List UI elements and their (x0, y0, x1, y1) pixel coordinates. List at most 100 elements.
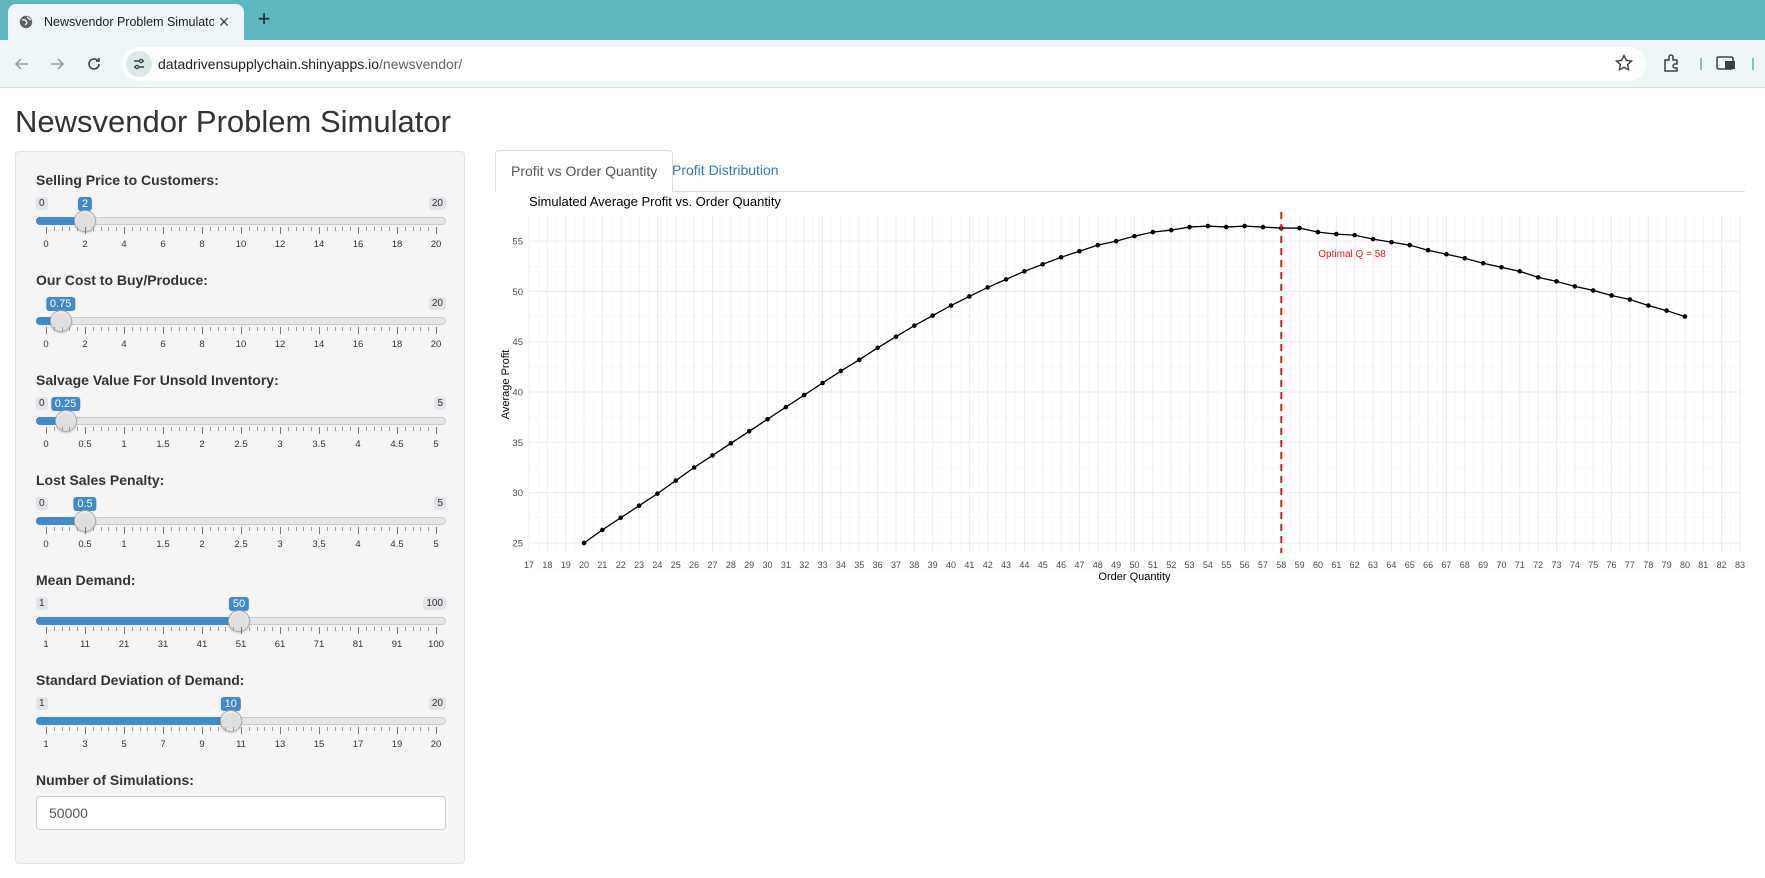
x-tick-label: 59 (1295, 560, 1305, 570)
slider-tick (358, 327, 359, 334)
back-icon[interactable] (10, 52, 34, 76)
address-bar[interactable]: datadrivensupplychain.shinyapps.io/newsv… (122, 47, 1646, 81)
reload-icon[interactable] (82, 52, 106, 76)
data-point (1297, 225, 1302, 231)
forward-icon[interactable] (45, 52, 69, 76)
slider-tick (225, 327, 227, 331)
url-host: datadrivensupplychain.shinyapps.io (158, 56, 380, 72)
new-tab-button[interactable]: + (252, 8, 276, 32)
slider-tick (248, 427, 250, 431)
slider-max-label: 100 (423, 597, 446, 610)
slider-tick (350, 727, 352, 731)
slider-track[interactable] (36, 317, 446, 325)
x-tick-label: 32 (799, 560, 809, 570)
slider-tick (256, 227, 258, 231)
data-point (1113, 238, 1119, 244)
reading-list-icon[interactable] (1714, 52, 1738, 76)
slider-tick (412, 327, 414, 331)
slider-track[interactable] (36, 217, 446, 225)
slider-tick (342, 627, 344, 631)
slider-tick-label: 2.5 (234, 539, 248, 550)
slider-tick (85, 427, 86, 434)
slider-tick (100, 327, 102, 331)
slider-tick-label: 1.5 (156, 539, 170, 550)
slider-max-label: 20 (428, 197, 446, 210)
slider-tick (412, 427, 414, 431)
data-point (1664, 308, 1669, 313)
slider-tick-label: 19 (391, 739, 403, 750)
data-point (600, 527, 605, 533)
data-point (1040, 261, 1046, 267)
slider-label: Standard Deviation of Demand: (36, 672, 245, 688)
slider-track[interactable] (36, 517, 446, 525)
x-tick-label: 64 (1386, 560, 1396, 570)
slider-tick (233, 627, 235, 631)
slider-tick-label: 17 (352, 739, 364, 750)
extensions-icon[interactable] (1661, 52, 1685, 76)
slider-tick (412, 227, 414, 231)
x-tick-label: 78 (1643, 560, 1653, 570)
slider-tick-label: 14 (313, 239, 325, 250)
slider-tick (241, 327, 242, 334)
slider-tick (131, 627, 133, 631)
slider-tick-label: 4 (121, 339, 127, 350)
x-tick-label: 66 (1423, 560, 1433, 570)
slider-tick (397, 527, 398, 534)
slider-tick (334, 327, 336, 331)
close-icon[interactable]: × (214, 13, 234, 31)
chart-svg: 17 18 19 20 21 22 23 24 25 26 27 28 29 30 31 32 33 34 35 36… (500, 194, 1745, 583)
slider-tick (326, 427, 328, 431)
slider-tick (365, 627, 367, 631)
x-tick-label: 37 (891, 560, 901, 570)
slider-tick-label: 15 (313, 739, 325, 750)
x-tick-label: 39 (928, 560, 938, 570)
slider-tick (131, 727, 133, 731)
bookmark-star-icon[interactable] (1614, 53, 1636, 75)
slider-tick (202, 727, 203, 734)
data-point (1517, 269, 1523, 274)
slider-tick (92, 227, 94, 231)
slider-tick (241, 427, 242, 434)
data-point (655, 491, 660, 496)
slider-tick-label: 11 (236, 739, 246, 750)
slider-fill (36, 717, 231, 725)
data-point (746, 428, 752, 434)
tab-profit-distribution[interactable]: Profit Distribution (657, 150, 794, 192)
slider-tick (217, 427, 219, 431)
slider-value-label: 2 (77, 197, 93, 211)
slider-tick (241, 627, 242, 634)
slider-tick (147, 227, 149, 231)
simulations-label: Number of Simulations: (36, 772, 194, 788)
slider-tick (233, 327, 235, 331)
slider-tick (85, 327, 86, 334)
y-axis-label: Average Profit (500, 350, 512, 420)
browser-tab[interactable]: Newsvendor Problem Simulator × (8, 4, 244, 40)
slider-track[interactable] (36, 417, 446, 425)
slider-tick (326, 227, 328, 231)
browser-tab-bar: Newsvendor Problem Simulator × + (0, 0, 1765, 40)
slider-label: Salvage Value For Unsold Inventory: (36, 372, 279, 388)
simulations-input[interactable] (36, 796, 446, 830)
x-tick-label: 80 (1680, 560, 1690, 570)
slider-tick (303, 427, 305, 431)
slider-tick (131, 427, 133, 431)
data-point (930, 313, 935, 318)
slider-tick (139, 627, 141, 631)
slider-tick (256, 327, 258, 331)
site-info-icon[interactable] (126, 51, 152, 77)
data-point (1535, 275, 1541, 280)
tab-profit-vs-order-quantity[interactable]: Profit vs Order Quantity (495, 150, 674, 192)
data-point (1554, 279, 1559, 284)
slider-tick (147, 427, 149, 431)
x-tick-label: 28 (726, 560, 736, 570)
slider-tick (397, 427, 398, 434)
slider-tick (116, 327, 118, 331)
slider-tick (280, 227, 281, 234)
x-axis-label: Order Quantity (1098, 571, 1171, 583)
x-tick-label: 70 (1496, 560, 1506, 570)
x-tick-label: 65 (1405, 560, 1415, 570)
slider-tick (241, 227, 242, 234)
data-point (728, 441, 734, 446)
slider-tick (311, 527, 313, 531)
slider-tick (295, 527, 297, 531)
